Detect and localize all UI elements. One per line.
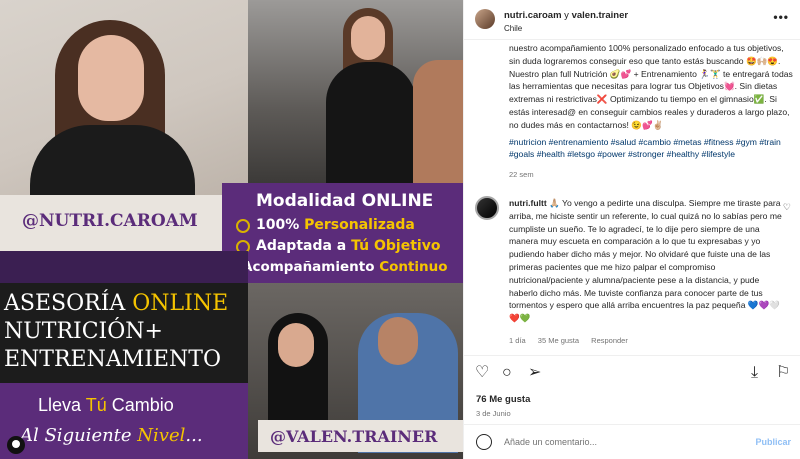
comment-text: 🙏🏼 Yo vengo a pedirte una disculpa. Siem… (509, 198, 782, 324)
emoji-icon[interactable] (476, 434, 492, 450)
modality-item-1: 100% Personalizada (256, 217, 415, 233)
comment-meta: 1 día 35 Me gusta Responder (509, 336, 638, 345)
author-avatar[interactable] (475, 9, 495, 29)
comment: nutri.fultt 🙏🏼 Yo vengo a pedirte una di… (509, 197, 784, 325)
share-icon[interactable]: ➢ (528, 365, 541, 381)
comment-icon[interactable]: ○ (502, 365, 512, 381)
valen-handle: @VALEN.TRAINER (270, 427, 438, 446)
post-date: 3 de Junio (476, 409, 511, 418)
comment-time: 1 día (509, 336, 526, 345)
nutri-handle-banner: @NUTRI.CAROAM (0, 195, 222, 251)
location-link[interactable]: Chile (504, 24, 522, 33)
post-panel: nutri.caroam y valen.trainer Chile ••• n… (463, 0, 800, 459)
cta-line-1: Lleva Tú Cambio (38, 395, 174, 415)
nutri-handle: @NUTRI.CAROAM (22, 211, 198, 231)
divider-strip (0, 251, 248, 283)
cta-line-2: Al Siguiente Nivel... (20, 425, 203, 446)
bookmark-icon[interactable]: ⚐ (776, 365, 790, 381)
caption-hashtags[interactable]: #nutricion #entrenamiento #salud #cambio… (509, 137, 781, 160)
action-bar: ♡ ○ ➢ ⤓ ⚐ 76 Me gusta 3 de Junio (464, 355, 800, 435)
check-icon (236, 219, 250, 233)
valen-handle-banner: @VALEN.TRAINER (258, 420, 463, 452)
comments-scroll[interactable]: nuestro acompañamiento 100% personalizad… (464, 40, 800, 355)
post-header: nutri.caroam y valen.trainer Chile ••• (464, 0, 800, 40)
caption: nuestro acompañamiento 100% personalizad… (509, 42, 794, 161)
author-link-1[interactable]: nutri.caroam (504, 10, 562, 21)
heart-icon[interactable]: ♡ (475, 365, 489, 381)
post-media[interactable]: @NUTRI.CAROAM Modalidad ONLINE 100% Pers… (0, 0, 463, 459)
reply-button[interactable]: Responder (591, 336, 628, 345)
more-options-icon[interactable]: ••• (773, 10, 789, 24)
commenter-avatar[interactable] (475, 196, 499, 220)
modality-badge: Modalidad ONLINE 100% Personalizada Adap… (222, 183, 463, 283)
photo-gym-training (248, 0, 463, 187)
modality-item-2: Adaptada a Tú Objetivo (256, 238, 441, 254)
comment-input[interactable]: Añade un comentario... (504, 437, 597, 447)
caption-text: nuestro acompañamiento 100% personalizad… (509, 43, 793, 130)
download-icon[interactable]: ⤓ (751, 365, 758, 381)
publish-button[interactable]: Publicar (755, 437, 791, 447)
author-link-2[interactable]: valen.trainer (572, 10, 629, 21)
cta-block: Lleva Tú Cambio Al Siguiente Nivel... (0, 383, 248, 459)
add-comment-bar: Añade un comentario... Publicar (464, 424, 800, 459)
likes-count[interactable]: 76 Me gusta (476, 394, 530, 405)
tagged-users-icon[interactable] (7, 436, 25, 454)
comment-likes[interactable]: 35 Me gusta (538, 336, 579, 345)
modality-title: Modalidad ONLINE (256, 191, 434, 211)
author-names: nutri.caroam y valen.trainer (504, 10, 629, 21)
service-title: ASESORÍA ONLINE NUTRICIÓN+ ENTRENAMIENTO (4, 291, 229, 372)
commenter-username[interactable]: nutri.fultt (509, 198, 547, 208)
comment-like-icon[interactable]: ♡ (783, 202, 791, 213)
modality-item-3: Acompañamiento Continuo (242, 259, 448, 275)
caption-time: 22 sem (509, 170, 534, 179)
